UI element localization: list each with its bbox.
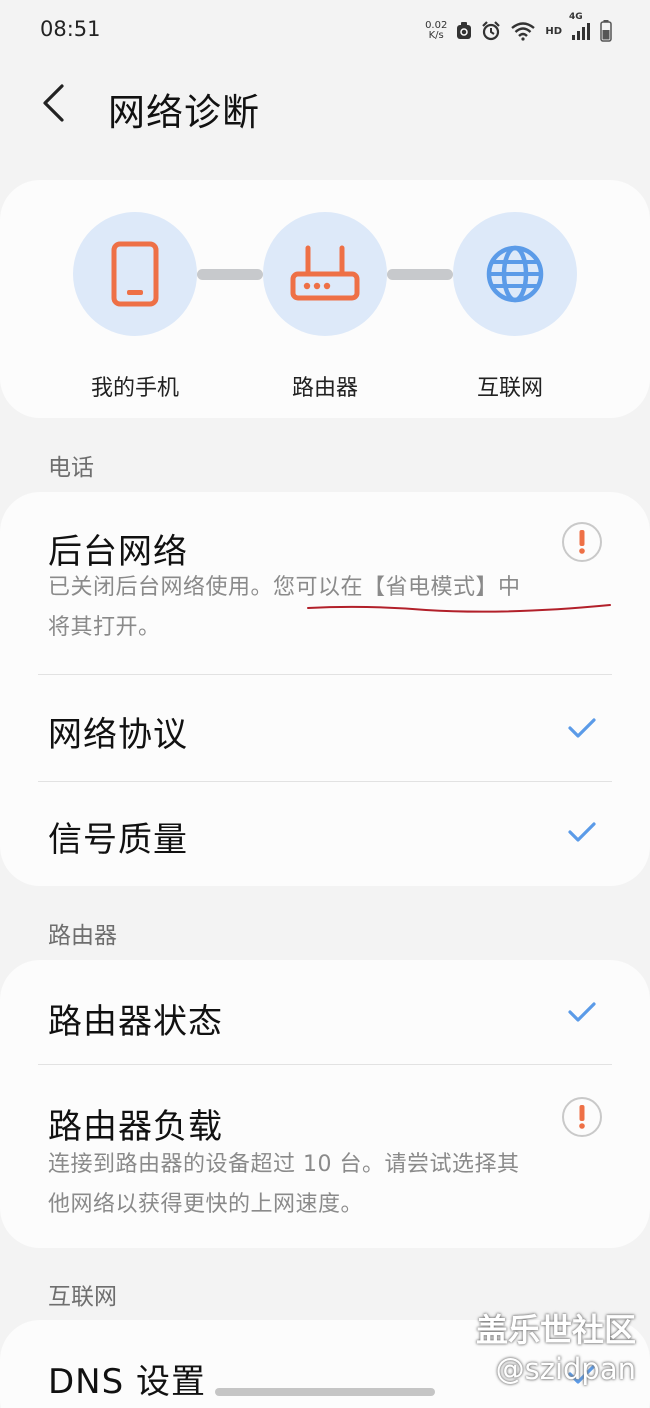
row-title: 路由器负载	[48, 1107, 223, 1147]
hd-label: HD	[545, 25, 562, 37]
checkmark-icon	[562, 812, 602, 852]
status-indicator	[562, 1097, 602, 1137]
row-background-network[interactable]: 后台网络 已关闭后台网络使用。您可以在【省电模式】中 将其打开。	[0, 492, 650, 674]
checkmark-icon	[562, 992, 602, 1032]
router-icon	[290, 245, 360, 301]
back-arrow-icon	[43, 84, 64, 122]
checkmark-icon	[562, 708, 602, 748]
phone-icon	[111, 241, 159, 307]
section-header-router: 路由器	[48, 923, 117, 949]
signal-type-label: 4G	[569, 12, 583, 22]
status-indicator	[562, 522, 602, 562]
app-header: 网络诊断	[0, 70, 650, 140]
network-diagnostics-screen: 08:51 0.02 K/s HD 4G 网络诊断 我的手机 路由器 互联网 电…	[0, 0, 650, 1408]
connection-diagram-card: 我的手机 路由器 互联网	[0, 180, 650, 418]
node-label-internet: 互联网	[476, 376, 543, 401]
row-title: 网络协议	[48, 715, 188, 755]
row-network-protocol[interactable]: 网络协议	[0, 675, 650, 781]
globe-icon	[486, 245, 544, 303]
row-signal-quality[interactable]: 信号质量	[0, 782, 650, 886]
phone-section-card: 后台网络 已关闭后台网络使用。您可以在【省电模式】中 将其打开。 网络协议 信号…	[0, 492, 650, 886]
node-label-router: 路由器	[291, 376, 358, 401]
node-internet[interactable]	[453, 212, 577, 336]
row-router-status[interactable]: 路由器状态	[0, 960, 650, 1064]
network-speed-indicator: 0.02 K/s	[425, 21, 447, 41]
warning-icon	[562, 1097, 602, 1137]
node-router[interactable]	[263, 212, 387, 336]
status-icons: 0.02 K/s HD 4G	[425, 12, 612, 44]
row-description-line-2: 他网络以获得更快的上网速度。	[48, 1192, 364, 1217]
net-speed-unit: K/s	[428, 30, 444, 41]
annotation-underline	[307, 604, 611, 613]
recycle-icon	[456, 22, 472, 40]
row-description-line-1: 连接到路由器的设备超过 10 台。请尝试选择其	[48, 1152, 520, 1177]
node-my-phone[interactable]	[73, 212, 197, 336]
section-header-phone: 电话	[48, 455, 94, 481]
connector-router-internet	[387, 269, 453, 280]
alarm-icon	[481, 21, 501, 41]
row-title: 后台网络	[48, 532, 188, 572]
row-description: 连接到路由器的设备超过 10 台。请尝试选择其 他网络以获得更快的上网速度。	[48, 1145, 608, 1225]
watermark-user: @szidpan	[495, 1352, 636, 1386]
watermark-community: 盖乐世社区	[475, 1311, 636, 1349]
battery-icon	[600, 20, 612, 42]
signal-icon: 4G	[569, 12, 591, 41]
warning-icon	[562, 522, 602, 562]
row-title: 路由器状态	[48, 1002, 223, 1042]
router-section-card: 路由器状态 路由器负载 连接到路由器的设备超过 10 台。请尝试选择其 他网络以…	[0, 960, 650, 1248]
status-bar: 08:51 0.02 K/s HD 4G	[0, 0, 650, 62]
connector-phone-router	[197, 269, 263, 280]
page-title: 网络诊断	[108, 91, 260, 134]
back-button[interactable]	[30, 80, 76, 126]
section-header-internet: 互联网	[48, 1284, 117, 1310]
status-time: 08:51	[40, 17, 101, 41]
row-title: DNS 设置	[48, 1362, 207, 1402]
node-label-my-phone: 我的手机	[90, 376, 179, 401]
gesture-navigation-bar[interactable]	[215, 1388, 435, 1396]
row-router-load[interactable]: 路由器负载 连接到路由器的设备超过 10 台。请尝试选择其 他网络以获得更快的上…	[0, 1065, 650, 1248]
row-title: 信号质量	[48, 820, 188, 860]
wifi-icon	[510, 21, 536, 41]
